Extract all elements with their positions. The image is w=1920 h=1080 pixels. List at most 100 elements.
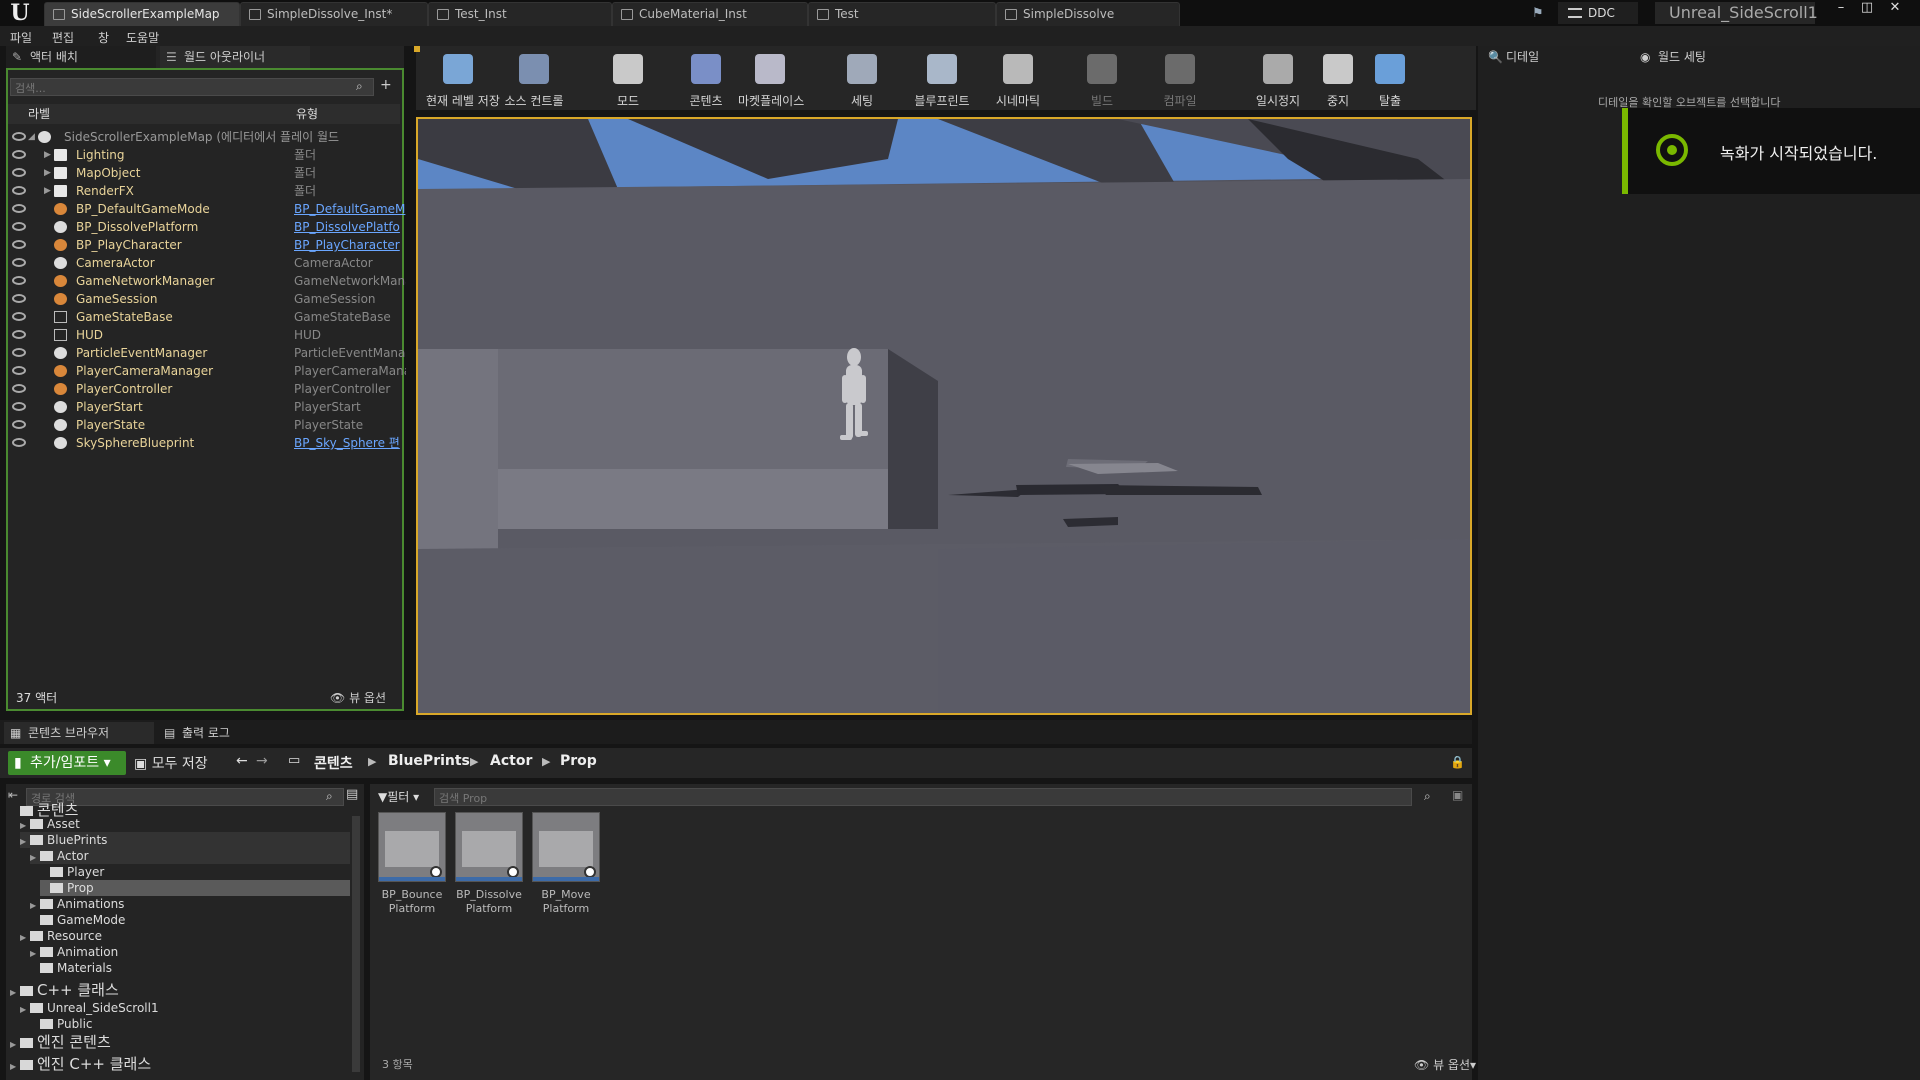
tree-scrollbar[interactable] <box>352 816 360 1072</box>
breadcrumb-actor[interactable]: Actor <box>490 753 532 769</box>
tree-item[interactable]: Public <box>30 1016 350 1032</box>
visibility-eye-icon[interactable] <box>12 204 26 213</box>
visibility-eye-icon[interactable] <box>12 438 26 447</box>
row-type[interactable]: BP_PlayCharacter <box>294 236 406 254</box>
visibility-eye-icon[interactable] <box>12 258 26 267</box>
tab-output-log[interactable]: ▤ 출력 로그 <box>158 722 298 744</box>
tab-simpledissolve-inst[interactable]: SimpleDissolve_Inst* <box>240 2 428 26</box>
expand-arrow-icon[interactable]: ▶ <box>10 1037 20 1053</box>
tree-item[interactable]: ▶ Asset <box>20 816 350 832</box>
menu-edit[interactable]: 편집 <box>52 29 74 46</box>
column-type[interactable]: 유형 <box>292 104 400 124</box>
expand-arrow-icon[interactable]: ▶ <box>44 182 51 200</box>
outliner-row[interactable]: ParticleEventManager ParticleEventManag <box>8 344 406 362</box>
tree-item[interactable]: ▶ Animation <box>30 944 350 960</box>
menu-window[interactable]: 창 <box>98 29 109 46</box>
settings-button[interactable]: 세팅 <box>830 50 894 110</box>
unreal-logo-icon[interactable]: U <box>0 0 40 26</box>
tab-cubematerial-inst[interactable]: CubeMaterial_Inst <box>612 2 808 26</box>
expand-arrow-icon[interactable]: ▶ <box>20 1002 30 1018</box>
outliner-row[interactable]: ▶ Lighting 폴더 <box>8 146 400 164</box>
tree-item[interactable]: ▶ Actor <box>30 848 350 864</box>
visibility-eye-icon[interactable] <box>12 186 26 195</box>
save-search-icon[interactable]: ▣ <box>1452 788 1463 802</box>
expand-arrow-icon[interactable]: ▶ <box>30 850 40 866</box>
breadcrumb-blueprints[interactable]: BluePrints <box>388 753 470 769</box>
expand-arrow-icon[interactable]: ▶ <box>44 164 51 182</box>
tab-test[interactable]: Test <box>808 2 996 26</box>
tab-details[interactable]: 🔍 디테일 <box>1484 46 1624 68</box>
outliner-row[interactable]: PlayerState PlayerState <box>8 416 400 434</box>
breadcrumb-sep-icon[interactable]: ▶ <box>542 755 550 768</box>
tab-test-inst[interactable]: Test_Inst <box>428 2 612 26</box>
outliner-row[interactable]: BP_PlayCharacter BP_PlayCharacter <box>8 236 400 254</box>
column-label[interactable]: 라벨 <box>8 104 292 124</box>
outliner-row[interactable]: PlayerCameraManager PlayerCameraMana <box>8 362 406 380</box>
row-type[interactable]: BP_DissolvePlatfo <box>294 218 406 236</box>
build-button[interactable]: 빌드 <box>1070 50 1134 110</box>
visibility-eye-icon[interactable] <box>12 276 26 285</box>
outliner-row[interactable]: PlayerStart PlayerStart <box>8 398 400 416</box>
row-type[interactable]: BP_DefaultGameM <box>294 200 406 218</box>
collapse-panel-icon[interactable]: ⇤ <box>8 788 18 802</box>
expand-arrow-icon[interactable]: ▶ <box>20 930 30 946</box>
tree-item[interactable]: ▶ BluePrints <box>20 832 350 848</box>
outliner-row[interactable]: PlayerController PlayerController <box>8 380 400 398</box>
outliner-row[interactable]: HUD HUD <box>8 326 400 344</box>
tree-item[interactable]: ▶ Resource <box>20 928 350 944</box>
outliner-row[interactable]: BP_DefaultGameMode BP_DefaultGameM <box>8 200 405 218</box>
add-import-button[interactable]: ▮ 추가/임포트 ▾ <box>8 751 126 775</box>
visibility-eye-icon[interactable] <box>12 240 26 249</box>
tree-item[interactable]: GameMode <box>30 912 350 928</box>
filter-button[interactable]: ▼필터 ▾ <box>378 788 419 805</box>
source-control-button[interactable]: 소스 컨트롤 <box>502 50 566 110</box>
tree-item[interactable]: ▶ Unreal_SideScroll1 <box>20 1000 350 1016</box>
visibility-eye-icon[interactable] <box>12 366 26 375</box>
tab-simpledissolve[interactable]: SimpleDissolve <box>996 2 1180 26</box>
outliner-row[interactable]: GameStateBase GameStateBase <box>8 308 400 326</box>
tab-sidescroller-map[interactable]: SideScrollerExampleMap <box>44 2 240 26</box>
asset-label[interactable]: BP_Dissolve Platform <box>449 888 529 916</box>
breadcrumb-content[interactable]: 콘텐츠 <box>314 753 353 773</box>
visibility-eye-icon[interactable] <box>12 168 26 177</box>
expand-arrow-icon[interactable]: ▶ <box>10 1059 20 1075</box>
expand-arrow-icon[interactable]: ▶ <box>10 985 20 1001</box>
visibility-eye-icon[interactable] <box>12 312 26 321</box>
outliner-row[interactable]: GameSession GameSession <box>8 290 400 308</box>
visibility-eye-icon[interactable] <box>12 384 26 393</box>
asset-thumbnail[interactable] <box>378 812 446 882</box>
content-button[interactable]: 콘텐츠 <box>674 50 738 110</box>
forward-arrow-icon[interactable]: → <box>256 753 268 769</box>
outliner-row[interactable]: CameraActor CameraActor <box>8 254 400 272</box>
maximize-button[interactable]: ◫ <box>1854 0 1880 18</box>
outliner-row[interactable]: ▶ RenderFX 폴더 <box>8 182 400 200</box>
level-viewport[interactable] <box>416 117 1472 715</box>
list-view-icon[interactable]: ▤ <box>346 787 358 802</box>
breadcrumb-sep-icon[interactable]: ▶ <box>368 755 376 768</box>
tree-item[interactable]: ▶ 엔진 콘텐츠 <box>10 1034 350 1050</box>
tab-place-actors[interactable]: ✎ 액터 배치 <box>6 46 156 68</box>
row-type[interactable]: BP_Sky_Sphere 편 <box>294 434 406 452</box>
visibility-eye-icon[interactable] <box>12 402 26 411</box>
add-folder-icon[interactable]: + <box>380 77 392 93</box>
blueprints-button[interactable]: 블루프린트 <box>910 50 974 110</box>
compile-button[interactable]: 컴파일 <box>1148 50 1212 110</box>
outliner-row[interactable]: SkySphereBlueprint BP_Sky_Sphere 편 <box>8 434 400 452</box>
collapse-arrow-icon[interactable]: ◢ <box>28 128 35 146</box>
back-arrow-icon[interactable]: ← <box>236 753 248 769</box>
outliner-search-input[interactable]: 검색... <box>10 78 374 96</box>
asset-search-input[interactable]: 검색 Prop <box>434 788 1412 806</box>
tab-content-browser[interactable]: ▦ 콘텐츠 브라우저 <box>4 722 154 744</box>
tree-item[interactable]: Prop <box>40 880 350 896</box>
menu-file[interactable]: 파일 <box>10 29 32 46</box>
expand-arrow-icon[interactable]: ▶ <box>20 834 30 850</box>
visibility-eye-icon[interactable] <box>12 348 26 357</box>
tab-world-outliner[interactable]: ☰ 월드 아웃라이너 <box>160 46 310 68</box>
outliner-row[interactable]: BP_DissolvePlatform BP_DissolvePlatfo <box>8 218 400 236</box>
save-all-button[interactable]: ▣ 모두 저장 <box>134 753 208 773</box>
asset-thumbnail[interactable] <box>455 812 523 882</box>
ddc-button[interactable]: DDC <box>1558 2 1638 24</box>
expand-arrow-icon[interactable]: ▶ <box>44 146 51 164</box>
visibility-eye-icon[interactable] <box>12 132 26 141</box>
outliner-view-options[interactable]: 👁 뷰 옵션 <box>330 689 386 706</box>
